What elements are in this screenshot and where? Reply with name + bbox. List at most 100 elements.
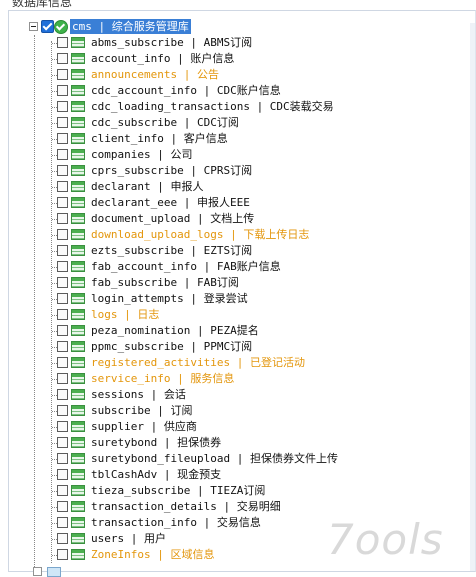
table-label[interactable]: cdc_loading_transactions | CDC装载交易 [91, 99, 334, 115]
table-row[interactable]: cdc_loading_transactions | CDC装载交易 [9, 99, 449, 115]
table-checkbox[interactable] [57, 453, 68, 464]
table-label[interactable]: suretybond_fileupload | 担保债券文件上传 [91, 451, 338, 467]
table-label[interactable]: sessions | 会话 [91, 387, 186, 403]
table-checkbox[interactable] [57, 517, 68, 528]
table-row[interactable]: declarant_eee | 申报人EEE [9, 195, 449, 211]
table-row[interactable]: announcements | 公告 [9, 67, 449, 83]
table-label[interactable]: announcements | 公告 [91, 67, 219, 83]
table-checkbox[interactable] [57, 357, 68, 368]
table-label[interactable]: ZoneInfos | 区域信息 [91, 547, 214, 563]
table-row[interactable]: login_attempts | 登录尝试 [9, 291, 449, 307]
table-row[interactable]: ezts_subscribe | EZTS订阅 [9, 243, 449, 259]
table-label[interactable]: fab_account_info | FAB账户信息 [91, 259, 281, 275]
table-checkbox[interactable] [57, 405, 68, 416]
tree-root-cms[interactable]: cms | 综合服务管理库 [9, 19, 449, 35]
table-label[interactable]: declarant_eee | 申报人EEE [91, 195, 250, 211]
root-checkbox[interactable] [41, 20, 54, 33]
table-label[interactable]: cdc_subscribe | CDC订阅 [91, 115, 239, 131]
table-checkbox[interactable] [57, 149, 68, 160]
table-label[interactable]: client_info | 客户信息 [91, 131, 228, 147]
table-label[interactable]: suretybond | 担保债券 [91, 435, 221, 451]
table-label[interactable]: users | 用户 [91, 531, 166, 547]
table-label[interactable]: tieza_subscribe | TIEZA订阅 [91, 483, 265, 499]
table-label[interactable]: fab_subscribe | FAB订阅 [91, 275, 239, 291]
table-label[interactable]: ezts_subscribe | EZTS订阅 [91, 243, 252, 259]
table-row[interactable]: tblCashAdv | 现金预支 [9, 467, 449, 483]
table-label[interactable]: cdc_account_info | CDC账户信息 [91, 83, 281, 99]
table-row[interactable]: companies | 公司 [9, 147, 449, 163]
next-tree-node-partial[interactable] [31, 567, 71, 577]
table-checkbox[interactable] [57, 549, 68, 560]
table-checkbox[interactable] [57, 485, 68, 496]
table-checkbox[interactable] [57, 325, 68, 336]
table-checkbox[interactable] [57, 85, 68, 96]
root-label[interactable]: cms | 综合服务管理库 [70, 19, 191, 34]
table-checkbox[interactable] [57, 293, 68, 304]
table-row[interactable]: fab_subscribe | FAB订阅 [9, 275, 449, 291]
table-checkbox[interactable] [57, 53, 68, 64]
table-checkbox[interactable] [57, 373, 68, 384]
table-label[interactable]: account_info | 账户信息 [91, 51, 234, 67]
table-checkbox[interactable] [57, 501, 68, 512]
table-row[interactable]: ppmc_subscribe | PPMC订阅 [9, 339, 449, 355]
table-label[interactable]: registered_activities | 已登记活动 [91, 355, 305, 371]
table-row[interactable]: sessions | 会话 [9, 387, 449, 403]
table-row[interactable]: fab_account_info | FAB账户信息 [9, 259, 449, 275]
table-row[interactable]: download_upload_logs | 下载上传日志 [9, 227, 449, 243]
table-row[interactable]: peza_nomination | PEZA提名 [9, 323, 449, 339]
table-label[interactable]: service_info | 服务信息 [91, 371, 234, 387]
table-checkbox[interactable] [57, 229, 68, 240]
table-label[interactable]: logs | 日志 [91, 307, 159, 323]
table-label[interactable]: subscribe | 订阅 [91, 403, 192, 419]
table-checkbox[interactable] [57, 101, 68, 112]
table-checkbox[interactable] [57, 309, 68, 320]
table-checkbox[interactable] [57, 421, 68, 432]
table-row[interactable]: client_info | 客户信息 [9, 131, 449, 147]
expand-icon[interactable] [33, 567, 42, 576]
table-checkbox[interactable] [57, 437, 68, 448]
table-checkbox[interactable] [57, 245, 68, 256]
table-label[interactable]: transaction_info | 交易信息 [91, 515, 261, 531]
table-checkbox[interactable] [57, 37, 68, 48]
table-checkbox[interactable] [57, 341, 68, 352]
table-checkbox[interactable] [57, 117, 68, 128]
table-row[interactable]: suretybond | 担保债券 [9, 435, 449, 451]
table-label[interactable]: download_upload_logs | 下载上传日志 [91, 227, 309, 243]
table-label[interactable]: declarant | 申报人 [91, 179, 203, 195]
table-row[interactable]: suretybond_fileupload | 担保债券文件上传 [9, 451, 449, 467]
table-checkbox[interactable] [57, 533, 68, 544]
table-label[interactable]: supplier | 供应商 [91, 419, 197, 435]
table-row[interactable]: supplier | 供应商 [9, 419, 449, 435]
table-checkbox[interactable] [57, 213, 68, 224]
table-label[interactable]: ppmc_subscribe | PPMC订阅 [91, 339, 252, 355]
table-row[interactable]: abms_subscribe | ABMS订阅 [9, 35, 449, 51]
table-row[interactable]: document_upload | 文档上传 [9, 211, 449, 227]
table-label[interactable]: abms_subscribe | ABMS订阅 [91, 35, 252, 51]
table-row[interactable]: tieza_subscribe | TIEZA订阅 [9, 483, 449, 499]
table-label[interactable]: login_attempts | 登录尝试 [91, 291, 248, 307]
table-label[interactable]: companies | 公司 [91, 147, 192, 163]
table-row[interactable]: service_info | 服务信息 [9, 371, 449, 387]
table-label[interactable]: peza_nomination | PEZA提名 [91, 323, 259, 339]
table-row[interactable]: account_info | 账户信息 [9, 51, 449, 67]
table-checkbox[interactable] [57, 389, 68, 400]
table-row[interactable]: subscribe | 订阅 [9, 403, 449, 419]
table-checkbox[interactable] [57, 133, 68, 144]
table-row[interactable]: declarant | 申报人 [9, 179, 449, 195]
table-checkbox[interactable] [57, 69, 68, 80]
table-checkbox[interactable] [57, 469, 68, 480]
table-checkbox[interactable] [57, 277, 68, 288]
table-label[interactable]: transaction_details | 交易明细 [91, 499, 281, 515]
table-label[interactable]: document_upload | 文档上传 [91, 211, 254, 227]
table-label[interactable]: tblCashAdv | 现金预支 [91, 467, 221, 483]
table-row[interactable]: cdc_subscribe | CDC订阅 [9, 115, 449, 131]
table-row[interactable]: cprs_subscribe | CPRS订阅 [9, 163, 449, 179]
table-checkbox[interactable] [57, 261, 68, 272]
table-row[interactable]: cdc_account_info | CDC账户信息 [9, 83, 449, 99]
table-checkbox[interactable] [57, 197, 68, 208]
table-label[interactable]: cprs_subscribe | CPRS订阅 [91, 163, 252, 179]
table-row[interactable]: registered_activities | 已登记活动 [9, 355, 449, 371]
table-checkbox[interactable] [57, 181, 68, 192]
table-row[interactable]: transaction_details | 交易明细 [9, 499, 449, 515]
collapse-icon[interactable] [29, 22, 38, 31]
